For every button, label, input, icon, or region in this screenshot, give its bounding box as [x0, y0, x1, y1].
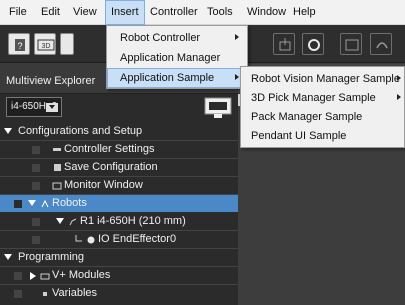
end-effector-icon [87, 236, 95, 244]
download-icon[interactable] [273, 33, 295, 55]
tree-item-robots[interactable]: Robots [0, 195, 238, 212]
chevron-right-icon [397, 75, 401, 81]
caret-down-icon[interactable] [4, 128, 12, 134]
robot-select[interactable]: i4-650H_0 [6, 97, 62, 117]
menu-view[interactable]: View [68, 0, 102, 25]
tree-item-label: Controller Settings [64, 143, 155, 155]
robot-icon [41, 199, 49, 208]
checkbox-icon [14, 200, 22, 208]
print-icon[interactable] [60, 33, 74, 55]
menu-item-label: Robot Vision Manager Sample [251, 73, 400, 85]
tree-item-label: Configurations and Setup [18, 125, 143, 137]
tree-item-label: Robots [52, 197, 87, 209]
menu-edit[interactable]: Edit [36, 0, 65, 25]
save-icon [54, 164, 61, 171]
tree-item-label: Monitor Window [64, 179, 143, 191]
menu-item-pack-manager-sample[interactable]: Pack Manager Sample [241, 107, 404, 127]
menu-item-label: Robot Controller [120, 32, 201, 44]
checkbox-icon [32, 236, 40, 244]
menu-controller[interactable]: Controller [145, 0, 203, 25]
monitor-icon[interactable] [204, 97, 232, 119]
grid-icon[interactable] [340, 33, 362, 55]
menu-item-robot-vision-manager-sample[interactable]: Robot Vision Manager Sample [241, 69, 404, 89]
menu-window[interactable]: Window [242, 0, 291, 25]
tree-item-label: Programming [18, 251, 85, 263]
checkbox-icon [32, 218, 40, 226]
menu-bar: File Edit View Insert Controller Tools W… [0, 0, 405, 25]
chevron-right-icon [235, 34, 239, 40]
tree-item-label: IO EndEffector0 [98, 233, 177, 245]
checkbox-icon [32, 182, 40, 190]
caret-down-icon[interactable] [28, 200, 36, 206]
menu-item-label: Pack Manager Sample [251, 111, 363, 123]
caret-down-icon[interactable] [4, 254, 12, 260]
insert-menu: Robot Controller Application Manager App… [106, 25, 248, 89]
menu-help[interactable]: Help [288, 0, 321, 25]
panel-title: Multiview Explorer [6, 75, 96, 87]
application-sample-submenu: Robot Vision Manager Sample 3D Pick Mana… [240, 66, 405, 148]
caret-down-icon[interactable] [56, 218, 64, 224]
tree-item-r1-robot[interactable]: R1 i4-650H (210 mm) [0, 213, 238, 230]
chevron-right-icon [235, 74, 239, 80]
menu-item-pendant-ui-sample[interactable]: Pendant UI Sample [241, 126, 404, 146]
menu-file[interactable]: File [4, 0, 32, 25]
window-icon [52, 182, 62, 190]
tree-item-io-endeffector[interactable]: IO EndEffector0 [0, 231, 238, 248]
chevron-right-icon [397, 94, 401, 100]
checkbox-icon [14, 290, 22, 298]
3d-view-icon[interactable]: 3D [34, 33, 56, 55]
variable-icon [43, 292, 47, 296]
tree-item-programming[interactable]: Programming [0, 249, 238, 266]
tree-branch-icon [75, 235, 82, 242]
script-icon[interactable] [370, 33, 392, 55]
tree-item-label: Variables [52, 287, 98, 299]
menu-item-robot-controller[interactable]: Robot Controller [107, 28, 247, 48]
menu-item-label: Application Manager [120, 52, 221, 64]
help-icon[interactable]: ? [8, 33, 30, 55]
menu-item-3d-pick-manager-sample[interactable]: 3D Pick Manager Sample [241, 88, 404, 108]
tree-item-monitor-window[interactable]: Monitor Window [0, 177, 238, 194]
svg-text:3D: 3D [42, 43, 51, 50]
settings-icon [53, 148, 61, 151]
tree-item-label: V+ Modules [52, 269, 111, 281]
caret-right-icon[interactable] [30, 272, 36, 280]
chevron-down-icon [46, 103, 58, 112]
tree-item-controller-settings[interactable]: Controller Settings [0, 141, 238, 158]
tree-item-label: Save Configuration [64, 161, 158, 173]
menu-tools[interactable]: Tools [202, 0, 238, 25]
robot-arm-icon [69, 218, 77, 226]
checkbox-icon [32, 146, 40, 154]
tree-item-label: R1 i4-650H (210 mm) [80, 215, 186, 227]
menu-insert[interactable]: Insert [105, 0, 145, 25]
checkbox-icon [14, 272, 22, 280]
tree-item-v-modules[interactable]: V+ Modules [0, 267, 238, 284]
tree-item-variables[interactable]: Variables [0, 285, 238, 302]
checkbox-icon [32, 164, 40, 172]
tree-item-configurations[interactable]: Configurations and Setup [0, 123, 238, 140]
menu-item-application-sample[interactable]: Application Sample [107, 68, 247, 88]
menu-item-application-manager[interactable]: Application Manager [107, 48, 247, 68]
multiview-explorer-panel: Multiview Explorer i4-650H_0 Configurati… [0, 64, 238, 305]
folder-icon [40, 273, 50, 280]
tree-item-save-configuration[interactable]: Save Configuration [0, 159, 238, 176]
menu-item-label: Pendant UI Sample [251, 130, 347, 142]
svg-text:?: ? [17, 41, 22, 51]
menu-item-label: Application Sample [120, 72, 215, 84]
menu-item-label: 3D Pick Manager Sample [251, 92, 376, 104]
circle-icon[interactable] [302, 33, 324, 55]
